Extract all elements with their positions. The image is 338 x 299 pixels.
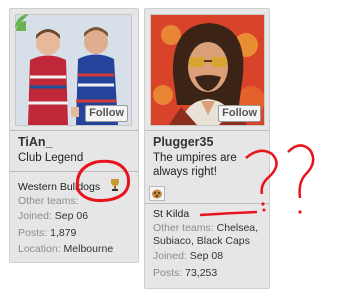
favorite-team[interactable]: St Kilda — [153, 208, 189, 221]
joined-value: Sep 08 — [189, 250, 224, 262]
other-teams-label: Other teams: — [153, 222, 214, 234]
user-title: Club Legend — [18, 152, 84, 164]
other-teams-value-1: Chelsea, — [216, 222, 259, 234]
favorite-team[interactable]: Western Bulldogs — [18, 181, 100, 194]
question-mark-icon — [287, 144, 315, 199]
username[interactable]: Plugger35 — [153, 135, 213, 149]
other-teams-value-2: Subiaco, Black Caps — [153, 235, 250, 247]
other-teams-row: Other teams: Chelsea, — [153, 222, 258, 235]
joined-label: Joined: — [153, 250, 187, 262]
joined-row: Joined: Sep 08 — [153, 250, 223, 263]
joined-label: Joined: — [18, 210, 52, 222]
user-title-line2: always right! — [153, 166, 217, 178]
posts-value[interactable]: 73,253 — [185, 267, 217, 279]
user-card-plugger35: Follow Plugger35 The umpires are always … — [144, 8, 270, 289]
posts-row: Posts: 1,879 — [18, 227, 76, 240]
trophy-icon — [109, 178, 121, 192]
joined-value: Sep 06 — [54, 210, 89, 222]
posts-row: Posts: 73,253 — [153, 267, 217, 280]
avatar[interactable]: Follow — [150, 14, 265, 126]
follow-button[interactable]: Follow — [85, 105, 128, 122]
username[interactable]: TiAn_ — [18, 135, 53, 149]
posts-label: Posts: — [153, 267, 183, 279]
follow-button[interactable]: Follow — [218, 105, 261, 122]
user-title-line1: The umpires are — [153, 152, 237, 164]
posts-label: Posts: — [18, 227, 48, 239]
posts-value[interactable]: 1,879 — [50, 227, 76, 239]
other-teams-label: Other teams: — [18, 195, 79, 207]
location-row: Location: Melbourne — [18, 243, 113, 256]
divider — [10, 130, 138, 131]
location-value: Melbourne — [63, 243, 114, 255]
user-card-tian: Follow TiAn_ Club Legend Western Bulldog… — [9, 8, 139, 263]
divider — [145, 203, 269, 204]
joined-row: Joined: Sep 06 — [18, 210, 88, 223]
dog-icon — [149, 186, 165, 201]
avatar[interactable]: Follow — [15, 14, 132, 126]
location-label: Location: — [18, 243, 61, 255]
divider — [145, 130, 269, 131]
divider — [10, 171, 138, 172]
